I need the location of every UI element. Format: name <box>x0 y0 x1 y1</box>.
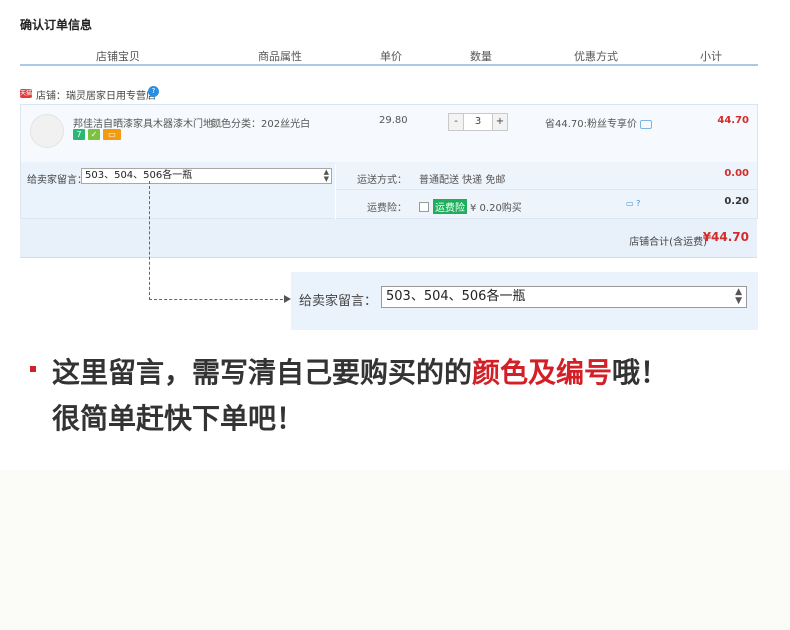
discount-text: 省44.70:粉丝专享价 <box>545 119 637 130</box>
column-header: 店铺宝贝 商品属性 单价 数量 优惠方式 小计 <box>20 46 758 66</box>
caption-line-1: 这里留言，需写清自己要购买的的颜色及编号哦！ <box>52 350 668 396</box>
order-item: 邦佳洁自晒漆家具木器漆木门地... 颜色分类：202丝光白 7 ✓ ▭ 29.8… <box>20 104 758 164</box>
col-attributes: 商品属性 <box>258 50 302 63</box>
qty-input[interactable]: 3 <box>464 113 492 131</box>
shop-total-label: 店铺合计(含运费) <box>629 237 707 248</box>
shipping-row: 运送方式： 普通配送 快递 免邮 0.00 <box>336 162 757 190</box>
insurance-option: 运费险 ¥ 0.20购买 <box>419 199 522 214</box>
callout-connector <box>149 181 288 300</box>
seven-day-return-icon: 7 <box>73 129 85 140</box>
qty-minus-button[interactable]: - <box>448 113 464 131</box>
insurance-amount: 0.20 <box>724 196 749 207</box>
quantity-stepper: - 3 + <box>448 113 508 131</box>
instruction-caption: 这里留言，需写清自己要购买的的颜色及编号哦！ 很简单赶快下单吧！ <box>52 350 668 442</box>
zoomed-note-value: 503、504、506各一瓶 <box>386 289 526 304</box>
seller-note-value: 503、504、506各一瓶 <box>85 170 193 181</box>
shipping-amount: 0.00 <box>724 168 749 179</box>
shop-name-link[interactable]: 店铺：瑞灵居家日用专营店 <box>36 87 156 102</box>
shop-row: 天猫 店铺：瑞灵居家日用专营店 ? <box>20 86 758 102</box>
guarantee-icon: ✓ <box>88 129 100 140</box>
chat-icon[interactable] <box>640 119 652 129</box>
zoomed-note-callout: 给卖家留言： 503、504、506各一瓶 ▲ ▼ <box>291 272 758 330</box>
item-unit-price: 29.80 <box>379 115 408 126</box>
zoomed-spinner-icon: ▲ ▼ <box>735 287 742 306</box>
caption-suffix: 哦！ <box>612 356 669 389</box>
spinner-arrows-icon[interactable]: ▲ ▼ <box>324 169 329 183</box>
help-icon[interactable]: ▭ ? <box>626 199 640 208</box>
insurance-tag: 运费险 <box>433 199 467 214</box>
insurance-row: 运费险： 运费险 ¥ 0.20购买 ▭ ? 0.20 <box>336 190 757 217</box>
bullet-icon <box>30 366 36 372</box>
caption-prefix: 这里留言，需写清自己要购买的的 <box>52 356 473 389</box>
shop-info-icon[interactable]: ? <box>148 86 159 97</box>
shop-total-row: 店铺合计(含运费) ¥44.70 <box>20 219 757 258</box>
item-discount: 省44.70:粉丝专享价 <box>545 115 652 130</box>
caption-line-2: 很简单赶快下单吧！ <box>52 402 305 435</box>
qty-plus-button[interactable]: + <box>492 113 508 131</box>
item-sku: 颜色分类：202丝光白 <box>211 119 311 130</box>
zoomed-note-label: 给卖家留言： <box>299 294 378 309</box>
shipping-method: 普通配送 快递 免邮 <box>419 175 506 186</box>
caption-highlight: 颜色及编号 <box>472 356 613 389</box>
insurance-label: 运费险： <box>367 203 407 214</box>
col-product: 店铺宝贝 <box>96 50 140 63</box>
col-discount: 优惠方式 <box>574 50 618 63</box>
insurance-checkbox[interactable] <box>419 202 429 212</box>
col-price: 单价 <box>380 50 402 63</box>
col-quantity: 数量 <box>470 50 492 63</box>
page-title: 确认订单信息 <box>20 18 93 32</box>
shipping-section: 运送方式： 普通配送 快递 免邮 0.00 运费险： 运费险 ¥ 0.20购买 ▭… <box>336 162 758 219</box>
item-title-link[interactable]: 邦佳洁自晒漆家具木器漆木门地... <box>73 115 223 130</box>
credit-card-icon: ▭ <box>103 129 121 140</box>
tmall-badge-icon: 天猫 <box>20 89 33 98</box>
item-subtotal: 44.70 <box>717 115 749 126</box>
item-thumbnail[interactable] <box>30 114 64 148</box>
shop-total-amount: ¥44.70 <box>702 230 749 244</box>
note-label: 给卖家留言： <box>27 175 87 186</box>
insurance-price: ¥ 0.20购买 <box>470 203 522 214</box>
shipping-label: 运送方式： <box>357 175 407 186</box>
zoomed-note-input: 503、504、506各一瓶 ▲ ▼ <box>381 286 747 308</box>
callout-arrow-icon <box>284 295 291 303</box>
col-subtotal: 小计 <box>700 50 722 63</box>
